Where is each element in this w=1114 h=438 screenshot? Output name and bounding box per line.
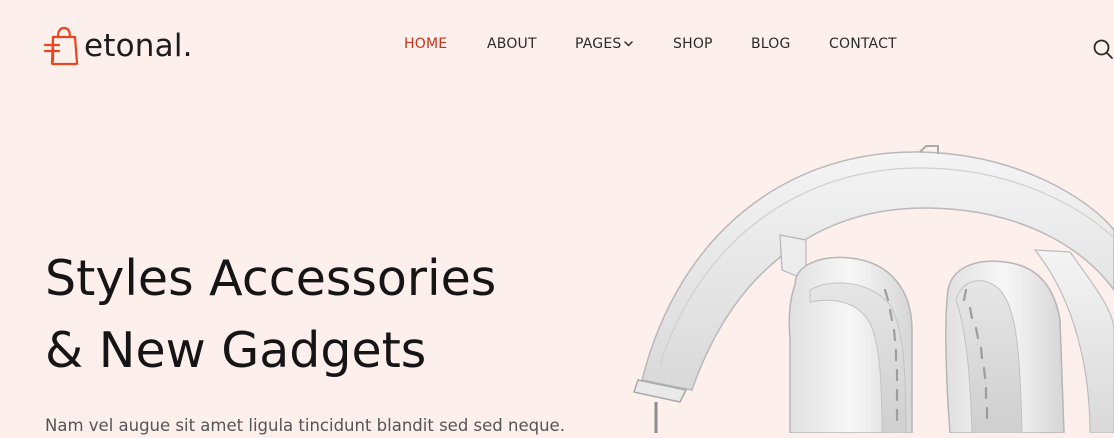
hero-description: Nam vel augue sit amet ligula tincidunt … [45, 416, 565, 435]
nav-item-pages[interactable]: PAGES [575, 36, 634, 52]
search-icon[interactable] [1092, 38, 1114, 60]
nav-item-shop[interactable]: SHOP [673, 36, 713, 52]
hero-title-line-2: & New Gadgets [45, 322, 427, 379]
chevron-down-icon [624, 41, 634, 47]
nav-item-pages-label: PAGES [575, 36, 622, 52]
hero-title-line-1: Styles Accessories [45, 250, 497, 307]
headphones-image [633, 145, 1114, 433]
nav-item-about[interactable]: ABOUT [487, 36, 537, 52]
hero-title: Styles Accessories & New Gadgets [45, 243, 496, 387]
nav-item-blog[interactable]: BLOG [751, 36, 791, 52]
main-nav: HOME ABOUT PAGES SHOP BLOG CONTACT [0, 36, 1114, 56]
site-header: etonal. HOME ABOUT PAGES SHOP BLOG CONTA… [0, 0, 1114, 90]
nav-item-contact[interactable]: CONTACT [829, 36, 897, 52]
nav-item-home[interactable]: HOME [404, 36, 447, 52]
